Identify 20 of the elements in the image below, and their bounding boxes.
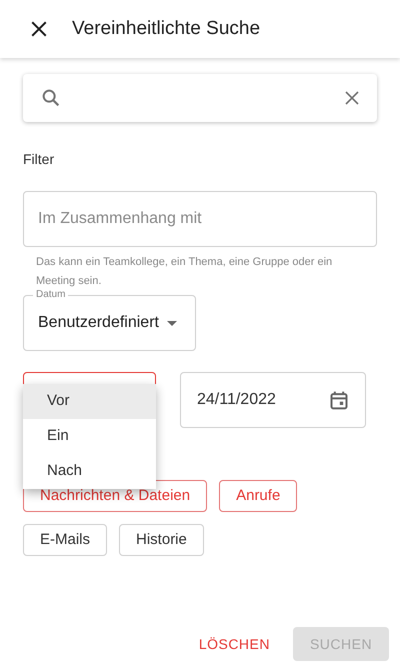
window-title: Vereinheitlichte Suche — [72, 16, 260, 41]
helper-text: Das kann ein Teamkollege, ein Thema, eine Gruppe oder ein Meeting sein. — [36, 255, 334, 289]
search-icon — [40, 87, 62, 109]
calendar-icon[interactable] — [329, 389, 349, 411]
close-icon[interactable] — [30, 20, 48, 38]
clear-icon[interactable] — [344, 90, 360, 106]
dropdown-caret-icon — [166, 320, 177, 326]
filter-chip[interactable]: Nachrichten & Dateien — [23, 480, 208, 512]
menu-item[interactable]: Nach — [23, 454, 156, 489]
date-value: 24/11/2022 — [197, 390, 276, 410]
action-button[interactable]: LÖSCHEN — [188, 627, 280, 661]
related-field[interactable]: Im Zusammenhang mit — [23, 191, 377, 247]
filter-chip[interactable]: Anrufe — [219, 480, 298, 512]
select-value: Benutzerdefiniert — [38, 313, 159, 333]
section-label: Filter — [23, 150, 56, 169]
menu-item[interactable]: Vor — [23, 384, 156, 419]
filter-chip[interactable]: Historie — [119, 524, 204, 556]
filter-chip[interactable]: E-Mails — [23, 524, 108, 556]
menu-item[interactable]: Ein — [23, 419, 156, 454]
date-field[interactable]: 24/11/2022 — [180, 372, 366, 428]
